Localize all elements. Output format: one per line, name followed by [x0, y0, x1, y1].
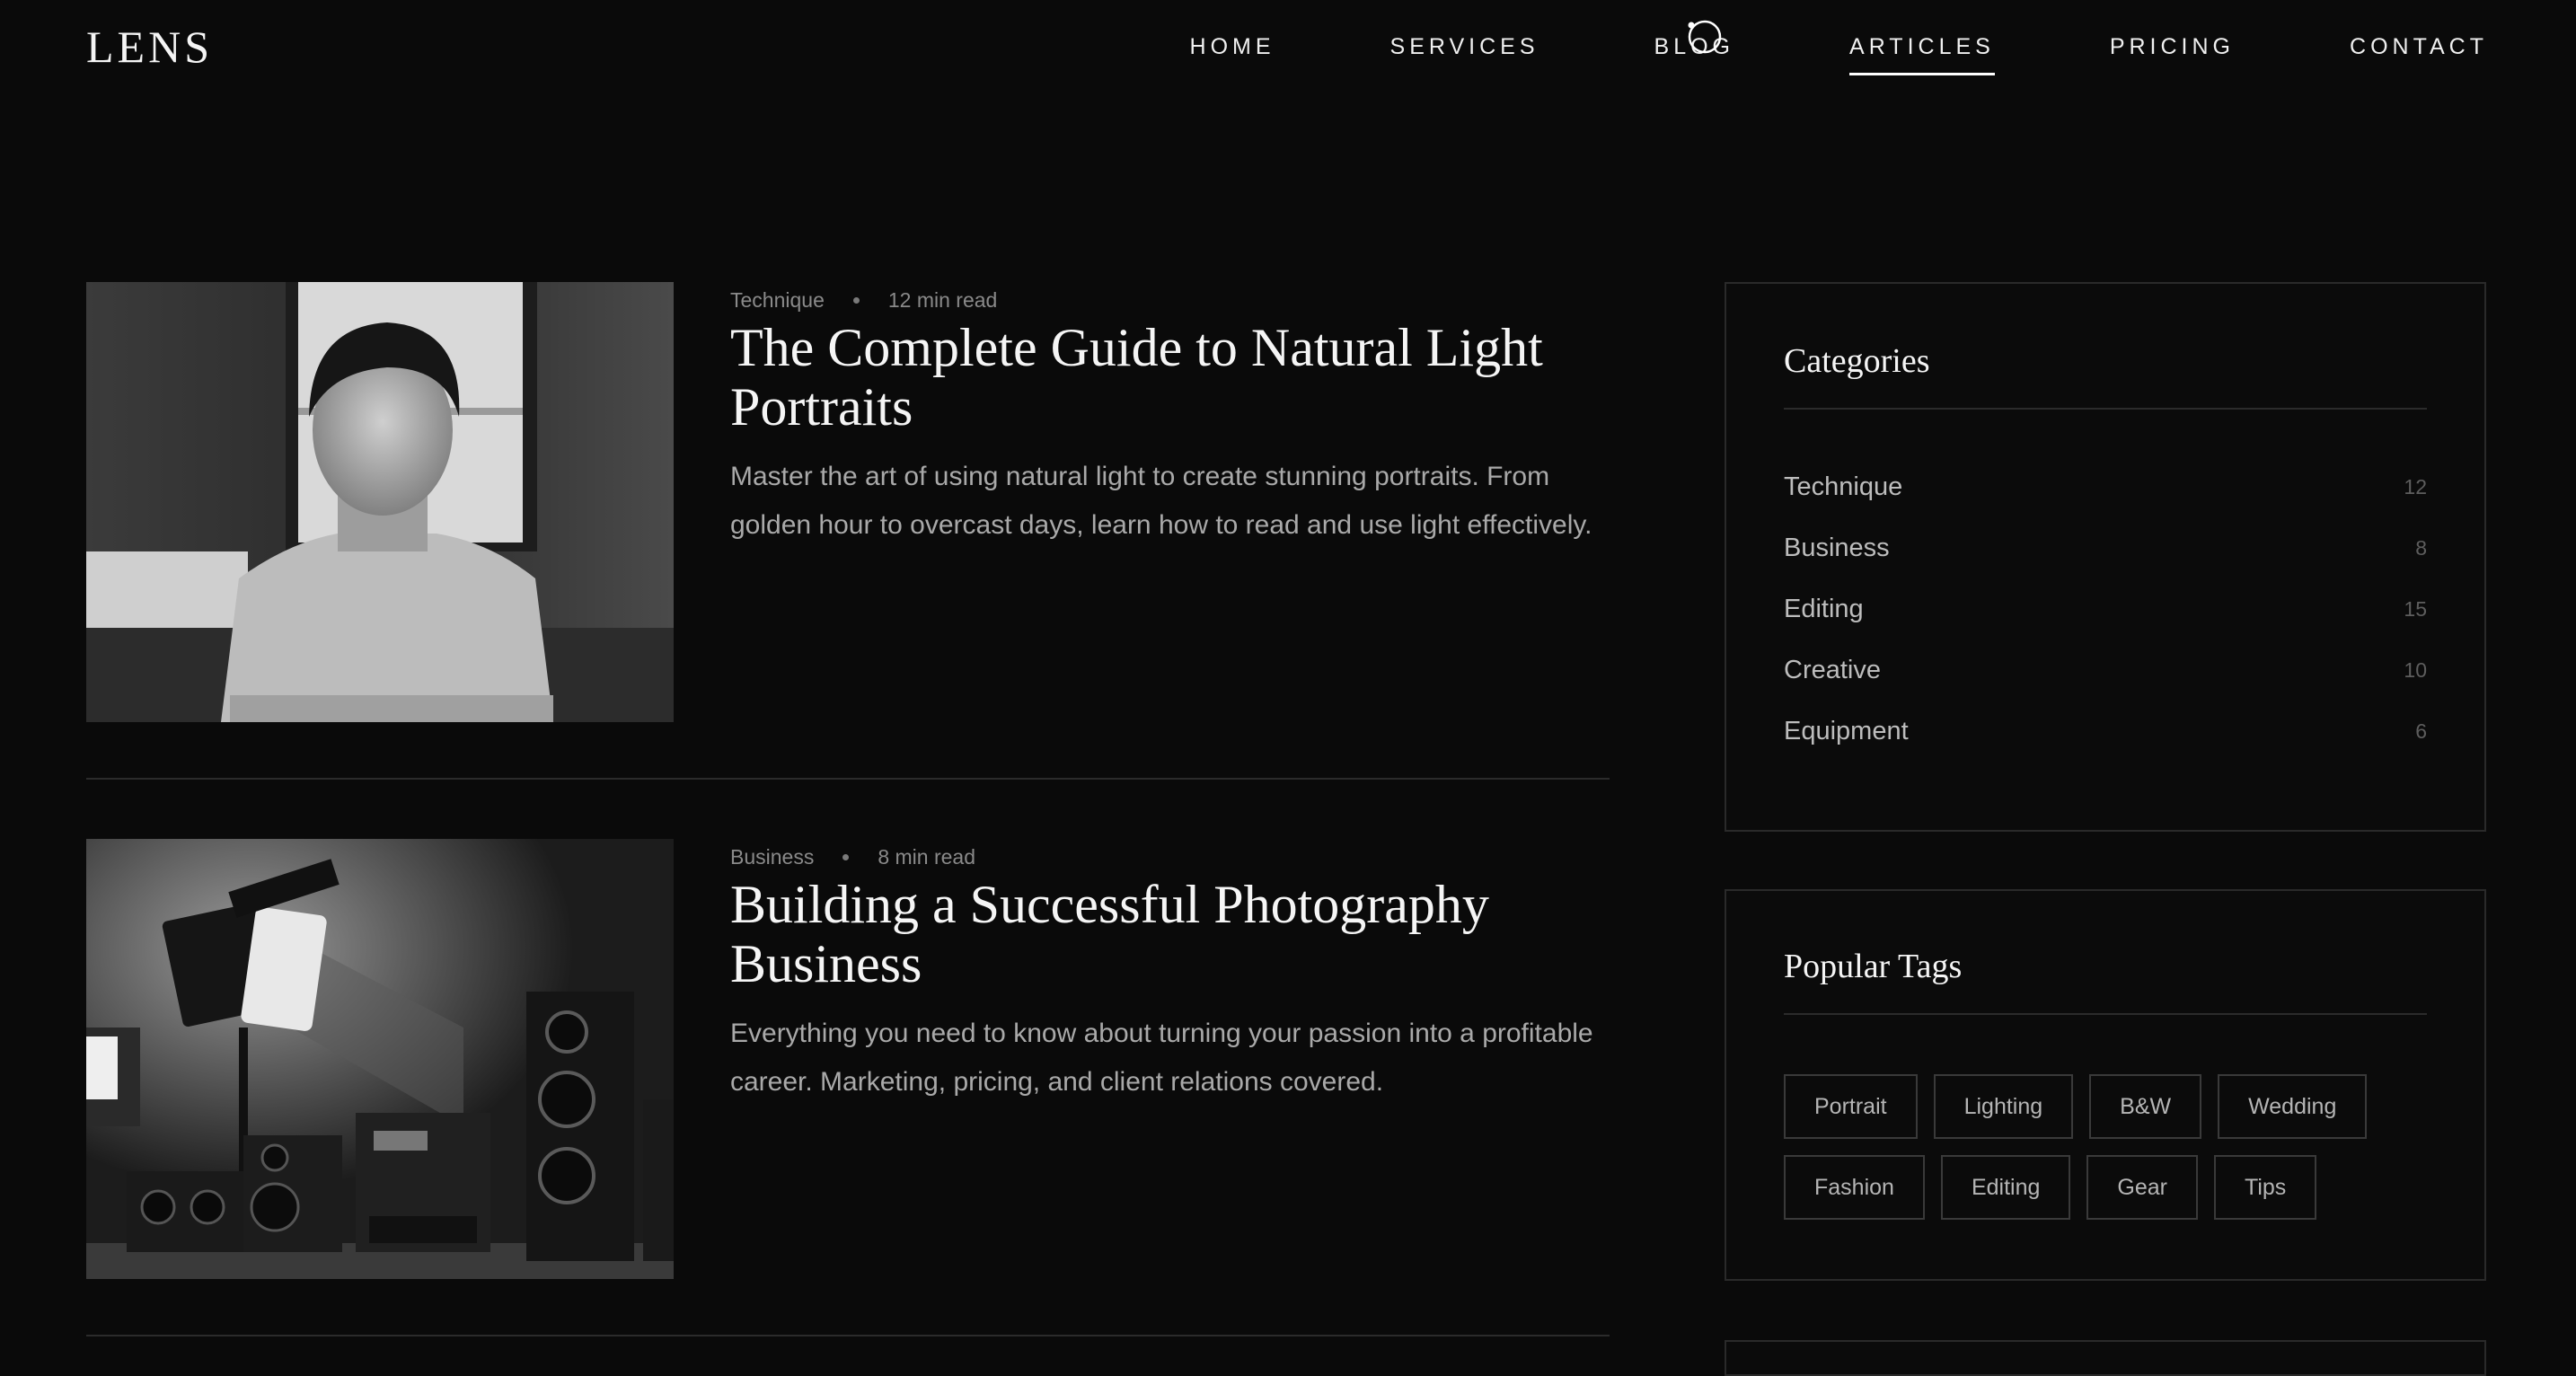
nav-home[interactable]: HOME: [1190, 27, 1275, 66]
category-name: Business: [1784, 533, 1890, 562]
tag-tips[interactable]: Tips: [2214, 1155, 2317, 1220]
article-divider: [86, 778, 1610, 780]
nav-contact[interactable]: CONTACT: [2350, 27, 2488, 66]
site-logo[interactable]: LENS: [86, 18, 213, 75]
tag-list: Portrait Lighting B&W Wedding Fashion Ed…: [1784, 1074, 2427, 1220]
article-category[interactable]: Business: [730, 839, 814, 875]
article-title[interactable]: Building a Successful Photography Busine…: [730, 875, 1610, 993]
tag-fashion[interactable]: Fashion: [1784, 1155, 1925, 1220]
categories-widget: Categories Technique 12 Business 8 Editi…: [1725, 282, 2486, 832]
category-name: Creative: [1784, 655, 1881, 684]
nav-blog[interactable]: BLOG: [1654, 27, 1734, 66]
category-name: Equipment: [1784, 716, 1909, 745]
category-count: 15: [2404, 596, 2427, 621]
article-image-studio[interactable]: [86, 839, 674, 1279]
article-meta: Business 8 min read: [730, 839, 1610, 875]
category-name: Technique: [1784, 472, 1903, 501]
category-count: 10: [2404, 657, 2427, 682]
nav-services[interactable]: SERVICES: [1390, 27, 1539, 66]
article-body: Technique 12 min read The Complete Guide…: [730, 282, 1610, 550]
category-count: 8: [2415, 535, 2427, 560]
category-item-equipment[interactable]: Equipment 6: [1784, 701, 2427, 762]
article-card[interactable]: Technique 12 min read The Complete Guide…: [86, 282, 1610, 780]
category-name: Editing: [1784, 594, 1864, 623]
widget-title: Popular Tags: [1784, 948, 1963, 985]
article-category[interactable]: Technique: [730, 282, 825, 318]
widget-divider: [1784, 408, 2427, 410]
article-divider: [86, 1335, 1610, 1336]
category-item-editing[interactable]: Editing 15: [1784, 578, 2427, 639]
category-count: 6: [2415, 719, 2427, 743]
article-image-portrait[interactable]: [86, 282, 674, 722]
article-card[interactable]: Business 8 min read Building a Successfu…: [86, 839, 1610, 1336]
tag-gear[interactable]: Gear: [2086, 1155, 2198, 1220]
tag-portrait[interactable]: Portrait: [1784, 1074, 1918, 1139]
popular-tags-widget: Popular Tags Portrait Lighting B&W Weddi…: [1725, 889, 2486, 1281]
tag-wedding[interactable]: Wedding: [2218, 1074, 2368, 1139]
nav-pricing[interactable]: PRICING: [2110, 27, 2235, 66]
meta-separator-dot: [852, 296, 860, 304]
article-body: Business 8 min read Building a Successfu…: [730, 839, 1610, 1107]
article-meta: Technique 12 min read: [730, 282, 1610, 318]
category-list: Technique 12 Business 8 Editing 15 Creat…: [1784, 456, 2427, 762]
category-item-technique[interactable]: Technique 12: [1784, 456, 2427, 517]
article-excerpt: Master the art of using natural light to…: [730, 462, 1592, 540]
article-read-time: 8 min read: [878, 845, 975, 869]
widget-divider: [1784, 1013, 2427, 1015]
article-excerpt: Everything you need to know about turnin…: [730, 1019, 1593, 1097]
site-header: LENS HOME SERVICES BLOG ARTICLES PRICING…: [0, 0, 2576, 99]
tag-bw[interactable]: B&W: [2089, 1074, 2202, 1139]
category-item-creative[interactable]: Creative 10: [1784, 639, 2427, 701]
main-nav: HOME SERVICES BLOG ARTICLES PRICING CONT…: [1190, 27, 2488, 75]
nav-articles[interactable]: ARTICLES: [1849, 27, 1995, 75]
meta-separator-dot: [842, 853, 850, 860]
tag-lighting[interactable]: Lighting: [1933, 1074, 2074, 1139]
category-item-business[interactable]: Business 8: [1784, 517, 2427, 578]
widget-title: Categories: [1784, 342, 1930, 380]
sidebar-widget: [1725, 1340, 2486, 1376]
article-title[interactable]: The Complete Guide to Natural Light Port…: [730, 318, 1610, 437]
category-count: 12: [2404, 474, 2427, 498]
tag-editing[interactable]: Editing: [1940, 1155, 2071, 1220]
article-read-time: 12 min read: [887, 288, 998, 312]
